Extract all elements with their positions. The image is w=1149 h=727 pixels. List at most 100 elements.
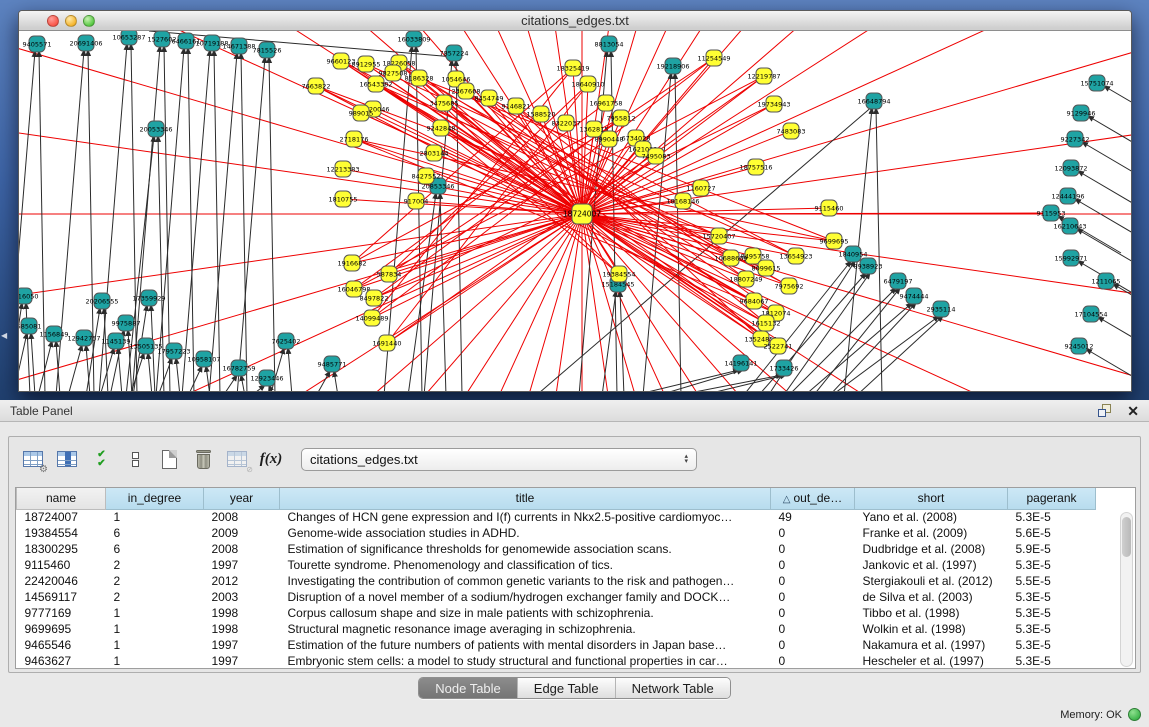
edge[interactable] bbox=[288, 348, 292, 392]
edge[interactable] bbox=[582, 31, 1132, 214]
table-cell[interactable]: Disruption of a novel member of a sodium… bbox=[280, 589, 771, 605]
table-cell[interactable]: 9777169 bbox=[17, 605, 106, 621]
edge[interactable] bbox=[582, 31, 1132, 214]
graph-node-12942757[interactable]: 12942757 bbox=[67, 330, 100, 346]
table-row[interactable]: 911546021997Tourette syndrome. Phenomeno… bbox=[17, 557, 1096, 573]
edge[interactable] bbox=[164, 46, 170, 392]
edge[interactable] bbox=[582, 31, 1132, 214]
edge[interactable] bbox=[26, 303, 30, 392]
graph-node-917004[interactable]: 917004 bbox=[404, 193, 429, 209]
node-table[interactable]: namein_degreeyeartitle△out_de…shortpager… bbox=[16, 488, 1096, 669]
table-cell[interactable]: 0 bbox=[771, 557, 855, 573]
graph-node-1211065[interactable]: 1211065 bbox=[1092, 273, 1121, 289]
edge[interactable] bbox=[582, 31, 1132, 214]
table-cell[interactable]: Stergiakouli et al. (2012) bbox=[855, 573, 1008, 589]
graph-node-2516050[interactable]: 2516050 bbox=[19, 288, 38, 304]
table-cell[interactable]: 1 bbox=[106, 621, 204, 637]
edge[interactable] bbox=[1098, 317, 1132, 354]
table-cell[interactable]: 0 bbox=[771, 637, 855, 653]
graph-node-19218906[interactable]: 19218906 bbox=[656, 58, 689, 74]
table-cell[interactable]: 2008 bbox=[204, 541, 280, 557]
graph-node-9245012[interactable]: 9245012 bbox=[1065, 338, 1094, 354]
panel-collapse-arrow-icon[interactable]: ◀ bbox=[1, 331, 7, 340]
table-row[interactable]: 1872400712008Changes of HCN gene express… bbox=[17, 509, 1096, 525]
graph-node-12213383[interactable]: 12213383 bbox=[326, 161, 359, 177]
table-cell[interactable]: 1 bbox=[106, 605, 204, 621]
edge[interactable] bbox=[1078, 171, 1132, 208]
table-row[interactable]: 946362711997Embryonic stem cells: a mode… bbox=[17, 653, 1096, 669]
table-cell[interactable]: 49 bbox=[771, 509, 855, 525]
edge[interactable] bbox=[582, 31, 1132, 214]
graph-node-2935114[interactable]: 2935114 bbox=[927, 301, 956, 317]
window-titlebar[interactable]: citations_edges.txt bbox=[19, 11, 1131, 31]
delete-column-button[interactable] bbox=[187, 444, 219, 474]
graph-node-9485771[interactable]: 9485771 bbox=[318, 356, 347, 372]
graph-node-7625402[interactable]: 7625402 bbox=[272, 333, 301, 349]
table-cell[interactable]: Estimation of the future numbers of pati… bbox=[280, 637, 771, 653]
edge[interactable] bbox=[316, 371, 330, 392]
table-cell[interactable]: 5.6E-5 bbox=[1008, 525, 1096, 541]
graph-node-6479197[interactable]: 6479197 bbox=[884, 273, 913, 289]
table-cell[interactable]: Jankovic et al. (1997) bbox=[855, 557, 1008, 573]
edge[interactable] bbox=[354, 139, 776, 313]
table-cell[interactable]: 9115460 bbox=[17, 557, 106, 573]
table-row[interactable]: 1938455462009Genome-wide association stu… bbox=[17, 525, 1096, 541]
graph-node-7857224[interactable]: 7857224 bbox=[440, 45, 469, 61]
graph-node-1733426[interactable]: 1733426 bbox=[770, 360, 799, 376]
graph-node-8912955[interactable]: 8912955 bbox=[352, 56, 381, 72]
graph-node-9129946[interactable]: 9129946 bbox=[1067, 105, 1096, 121]
table-cell[interactable]: 5.3E-5 bbox=[1008, 621, 1096, 637]
graph-node-7483083[interactable]: 7483083 bbox=[777, 123, 806, 139]
edge[interactable] bbox=[148, 353, 152, 392]
column-header-short[interactable]: short bbox=[855, 488, 1008, 509]
graph-node-18757516[interactable]: 18757516 bbox=[739, 159, 772, 175]
graph-node-2718176[interactable]: 2718176 bbox=[340, 131, 369, 147]
float-panel-icon[interactable] bbox=[1098, 404, 1113, 418]
table-cell[interactable]: 1 bbox=[106, 637, 204, 653]
table-cell[interactable]: Hescheler et al. (1997) bbox=[855, 653, 1008, 669]
edge[interactable] bbox=[343, 199, 582, 214]
edge[interactable] bbox=[1082, 142, 1132, 179]
table-cell[interactable]: 5.5E-5 bbox=[1008, 573, 1096, 589]
select-all-rows-button[interactable]: ✔✔ bbox=[85, 444, 117, 474]
column-header-pagerank[interactable]: pagerank bbox=[1008, 488, 1096, 509]
tab-network-table[interactable]: Network Table bbox=[615, 678, 730, 698]
table-cell[interactable]: 9699695 bbox=[17, 621, 106, 637]
graph-node-10653287[interactable]: 10653287 bbox=[112, 31, 145, 45]
graph-node-7815526[interactable]: 7815526 bbox=[253, 42, 282, 58]
table-row[interactable]: 977716911998Corpus callosum shape and si… bbox=[17, 605, 1096, 621]
table-cell[interactable]: 5.3E-5 bbox=[1008, 589, 1096, 605]
table-cell[interactable]: 1 bbox=[106, 653, 204, 669]
table-cell[interactable]: Estimation of significance thresholds fo… bbox=[280, 541, 771, 557]
table-cell[interactable]: Tourette syndrome. Phenomenology and cla… bbox=[280, 557, 771, 573]
edge[interactable] bbox=[182, 50, 210, 392]
tab-node-table[interactable]: Node Table bbox=[419, 678, 517, 698]
graph-node-20691406[interactable]: 20691406 bbox=[69, 35, 102, 51]
table-selector-dropdown[interactable]: citations_edges.txt ▴▾ bbox=[301, 448, 697, 471]
table-cell[interactable]: 14569117 bbox=[17, 589, 106, 605]
table-cell[interactable]: 5.3E-5 bbox=[1008, 605, 1096, 621]
edge[interactable] bbox=[31, 333, 35, 392]
table-cell[interactable]: Franke et al. (2009) bbox=[855, 525, 1008, 541]
graph-node-9699695[interactable]: 9699695 bbox=[820, 233, 849, 249]
table-cell[interactable]: Changes of HCN gene expression and I(f) … bbox=[280, 509, 771, 525]
graph-node-18807249[interactable]: 18807249 bbox=[729, 271, 762, 287]
edge[interactable] bbox=[1113, 284, 1132, 321]
table-cell[interactable]: 0 bbox=[771, 573, 855, 589]
table-cell[interactable]: 2 bbox=[106, 557, 204, 573]
table-cell[interactable]: 6 bbox=[106, 525, 204, 541]
graph-node-16648794[interactable]: 16648794 bbox=[857, 93, 890, 109]
deselect-rows-button[interactable] bbox=[119, 444, 151, 474]
table-cell[interactable]: 0 bbox=[771, 621, 855, 637]
table-cell[interactable]: 2008 bbox=[204, 509, 280, 525]
table-cell[interactable]: Dudbridge et al. (2008) bbox=[855, 541, 1008, 557]
edge[interactable] bbox=[68, 345, 82, 392]
edge[interactable] bbox=[206, 366, 210, 392]
table-cell[interactable]: 1997 bbox=[204, 557, 280, 573]
table-cell[interactable]: 2 bbox=[106, 573, 204, 589]
table-cell[interactable]: Embryonic stem cells: a model to study s… bbox=[280, 653, 771, 669]
graph-node-1691440[interactable]: 1691440 bbox=[373, 335, 402, 351]
table-cell[interactable]: 5.3E-5 bbox=[1008, 653, 1096, 669]
table-cell[interactable]: 2012 bbox=[204, 573, 280, 589]
edge[interactable] bbox=[118, 348, 122, 392]
